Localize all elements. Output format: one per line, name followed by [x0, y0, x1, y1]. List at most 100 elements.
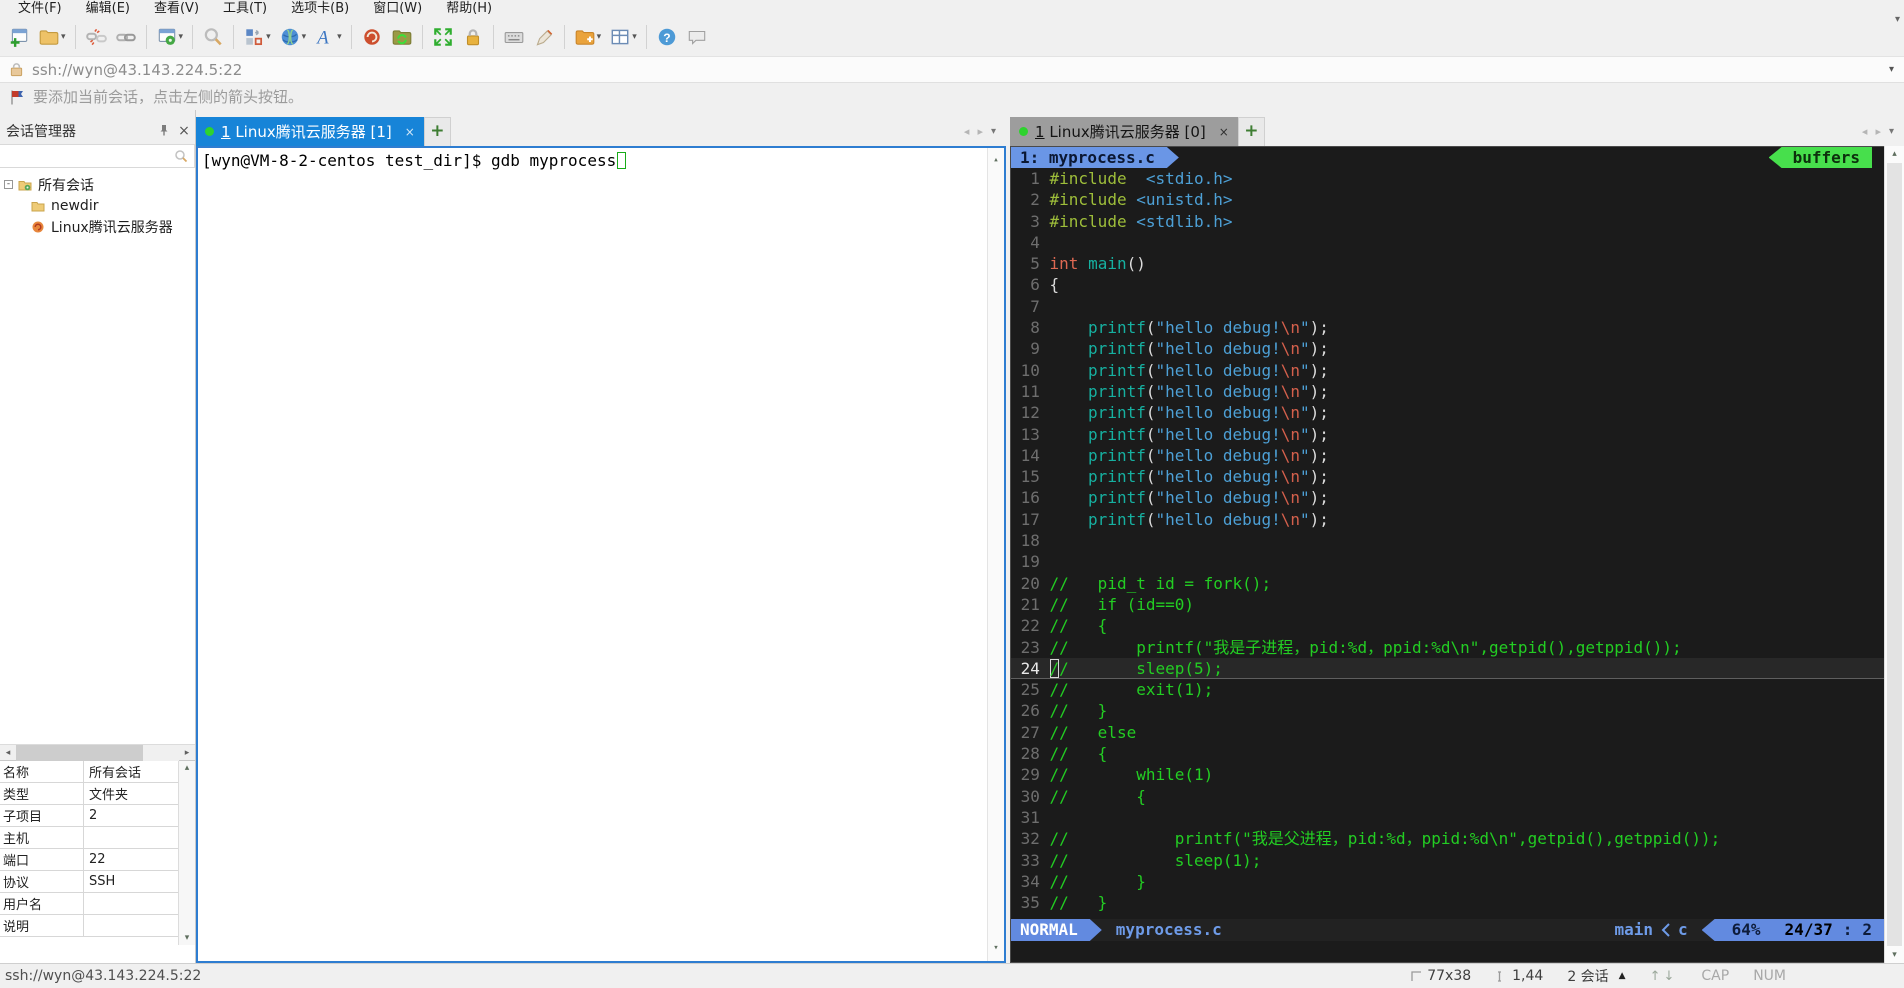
new-session-button[interactable]	[5, 24, 33, 50]
code-text: #include <stdlib.h>	[1049, 211, 1233, 231]
statusline-separator: :	[1842, 920, 1853, 939]
hscroll-track[interactable]	[16, 744, 179, 761]
session-count[interactable]: 2 会话 ▲	[1567, 966, 1625, 986]
help-button[interactable]: ?	[653, 24, 681, 50]
sidebar-item-1[interactable]: newdir	[0, 195, 195, 216]
terminal-left[interactable]: [wyn@VM-8-2-centos test_dir]$ gdb myproc…	[196, 146, 1006, 963]
horizontal-scrollbar[interactable]: ◂ ▸	[0, 744, 195, 761]
property-row-6[interactable]: 用户名	[0, 893, 178, 915]
menu-item-4[interactable]: 选项卡(B)	[279, 0, 361, 17]
layout-compose-button[interactable]: ▾	[240, 24, 274, 50]
new-folder-button[interactable]: ▾	[571, 24, 605, 50]
feedback-button[interactable]	[683, 24, 711, 50]
property-row-7[interactable]: 说明	[0, 915, 178, 937]
dropdown-arrow-icon[interactable]: ▾	[61, 31, 66, 42]
scroll-right-icon[interactable]: ▸	[179, 748, 195, 758]
address-url[interactable]: ssh://wyn@43.143.224.5:22	[32, 61, 1889, 79]
dropdown-arrow-icon[interactable]: ▾	[302, 31, 307, 42]
property-row-3[interactable]: 主机	[0, 827, 178, 849]
session-properties-button[interactable]: ▾	[153, 24, 187, 50]
scroll-up-icon[interactable]: ▴	[993, 150, 998, 171]
scroll-down-icon[interactable]: ▾	[185, 933, 190, 943]
highlight-pen-button[interactable]	[530, 24, 558, 50]
code-line-10: 10 printf("hello debug!\n");	[1011, 360, 1884, 381]
encoding-globe-button[interactable]: ▾	[276, 24, 310, 50]
sync-folder-button[interactable]	[388, 24, 416, 50]
toolbar-overflow-icon[interactable]: ▾	[1895, 14, 1900, 25]
left-terminal-scrollbar[interactable]: ▴ ▾	[987, 148, 1004, 961]
property-row-0[interactable]: 名称 所有会话	[0, 761, 178, 783]
scroll-left-icon[interactable]: ◂	[0, 748, 16, 758]
code-text: // sleep(5);	[1049, 658, 1223, 678]
sidebar-item-2[interactable]: Linux腾讯云服务器	[0, 216, 195, 237]
tab-linux-session-0[interactable]: 1 Linux腾讯云服务器 [0] ×	[1010, 117, 1238, 146]
tab-scroll-left-icon[interactable]: ◂	[1862, 125, 1868, 138]
tab-close-icon[interactable]: ×	[1219, 125, 1229, 139]
scroll-arrows[interactable]: ↑↓	[1650, 969, 1678, 984]
tab-scroll-left-icon[interactable]: ◂	[964, 125, 970, 138]
session-search-box[interactable]	[0, 144, 195, 168]
menu-item-3[interactable]: 工具(T)	[211, 0, 279, 17]
dropdown-arrow-icon[interactable]: ▾	[632, 31, 637, 42]
tree-item-label: Linux腾讯云服务器	[51, 219, 173, 236]
property-value: 所有会话	[89, 766, 142, 781]
hscroll-thumb[interactable]	[16, 744, 144, 761]
highlight-pen-icon	[533, 26, 555, 48]
scroll-up-icon[interactable]: ▴	[1885, 149, 1904, 159]
menu-item-1[interactable]: 编辑(E)	[74, 0, 142, 17]
fullscreen-button[interactable]	[429, 24, 457, 50]
properties-scrollbar[interactable]: ▴ ▾	[178, 761, 195, 945]
sidebar-item-0[interactable]: - 所有会话	[0, 174, 195, 195]
menu-item-0[interactable]: 文件(F)	[6, 0, 74, 17]
scroll-down-icon[interactable]: ▾	[1885, 950, 1904, 960]
open-folder-button[interactable]: ▾	[35, 24, 69, 50]
menu-item-6[interactable]: 帮助(H)	[434, 0, 504, 17]
find-button[interactable]	[199, 24, 227, 50]
new-tab-button[interactable]: +	[1237, 117, 1265, 146]
file-transfer-button[interactable]	[358, 24, 386, 50]
font-button[interactable]: A ▾	[311, 24, 345, 50]
tab-scroll-right-icon[interactable]: ▸	[1875, 125, 1881, 138]
line-number: 1	[1030, 169, 1040, 188]
tab-linux-session-1[interactable]: 1 Linux腾讯云服务器 [1] ×	[196, 117, 424, 146]
reconnect-button[interactable]	[112, 24, 140, 50]
tab-list-dropdown-icon[interactable]: ▾	[1889, 126, 1894, 137]
vim-code[interactable]: 1 #include <stdio.h> 2 #include <unistd.h> 3…	[1011, 168, 1884, 919]
terminal-cursor	[617, 152, 627, 169]
lock-screen-button[interactable]	[459, 24, 487, 50]
layout-grid-button[interactable]: ▾	[606, 24, 640, 50]
code-text: printf("hello debug!\n");	[1088, 339, 1329, 359]
line-number: 24	[1020, 658, 1040, 678]
tab-scroll-right-icon[interactable]: ▸	[977, 125, 983, 138]
scroll-down-icon[interactable]: ▾	[993, 938, 998, 959]
virtual-keyboard-button[interactable]	[500, 24, 528, 50]
scrollbar-thumb[interactable]	[1887, 163, 1902, 946]
menu-item-5[interactable]: 窗口(W)	[361, 0, 434, 17]
menu-item-2[interactable]: 查看(V)	[142, 0, 211, 17]
disconnect-button[interactable]	[82, 24, 110, 50]
property-row-1[interactable]: 类型 文件夹	[0, 783, 178, 805]
terminal-prompt-line: [wyn@VM-8-2-centos test_dir]$ gdb myproc…	[202, 151, 617, 170]
address-dropdown-icon[interactable]: ▾	[1889, 64, 1894, 75]
pin-icon[interactable]	[157, 122, 171, 141]
terminal-vim[interactable]: 1: myprocess.c buffers 1 #include <stdio.…	[1010, 146, 1884, 963]
tab-close-icon[interactable]: ×	[405, 125, 415, 139]
code-text: // {	[1049, 786, 1146, 806]
right-terminal-scrollbar[interactable]: ▴ ▾	[1884, 146, 1904, 963]
dropdown-arrow-icon[interactable]: ▾	[179, 31, 184, 42]
tab-list-dropdown-icon[interactable]: ▾	[991, 126, 996, 137]
dropdown-arrow-icon[interactable]: ▾	[597, 31, 602, 42]
vim-buffer-tab[interactable]: 1: myprocess.c	[1011, 147, 1179, 168]
property-row-4[interactable]: 端口 22	[0, 849, 178, 871]
vim-cursor: /	[1049, 658, 1060, 678]
property-row-2[interactable]: 子项目 2	[0, 805, 178, 827]
scroll-up-icon[interactable]: ▴	[185, 763, 190, 773]
close-icon[interactable]: ×	[177, 124, 191, 138]
dropdown-arrow-icon[interactable]: ▾	[337, 31, 342, 42]
tree-expander-icon[interactable]: -	[4, 180, 13, 189]
dropdown-arrow-icon[interactable]: ▾	[266, 31, 271, 42]
new-tab-button[interactable]: +	[423, 117, 451, 146]
property-row-5[interactable]: 协议 SSH	[0, 871, 178, 893]
folder-icon	[30, 198, 46, 214]
line-number: 6	[1030, 275, 1040, 295]
